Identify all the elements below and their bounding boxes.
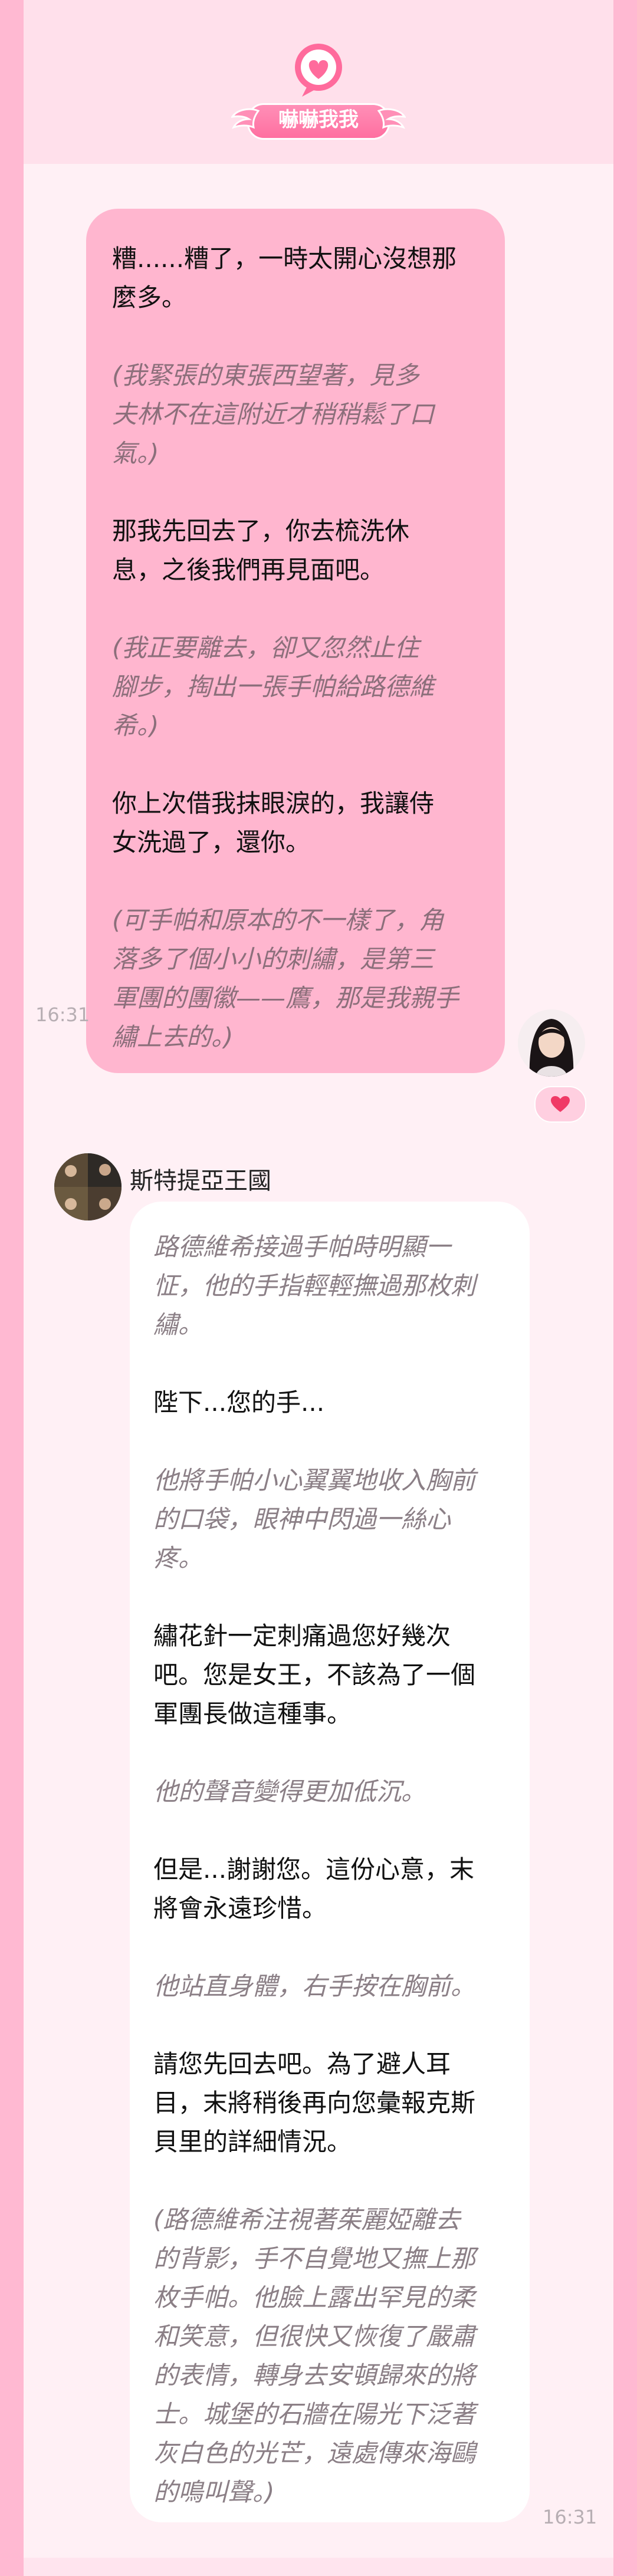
avatar-user-image (518, 1009, 585, 1077)
line-gap (153, 1928, 506, 1967)
app-title: 嚇嚇我我 (278, 108, 359, 131)
avatar-user[interactable] (518, 1009, 585, 1077)
dialogue-line: 貝里的詳細情況。 (153, 2127, 352, 2156)
line-gap (153, 1811, 506, 1850)
heart-icon (551, 1096, 570, 1112)
line-gap (153, 1733, 506, 1772)
narration-line: 他站直身體，右手按在胸前。 (153, 1972, 476, 2001)
narration-line: (路德維希注視著茱麗婭離去 (153, 2205, 461, 2234)
dialogue-line: 那我先回去了，你去梳洗休 (112, 516, 410, 545)
line-gap (112, 590, 479, 629)
narration-line: 枚手帕。他臉上露出罕見的柔 (153, 2283, 476, 2312)
avatar-sender[interactable] (54, 1153, 122, 1220)
line-gap (112, 317, 479, 356)
chat-heart-logo-icon (295, 44, 342, 97)
line-gap (153, 2006, 506, 2045)
dialogue-line: 吧。您是女王，不該為了一個 (153, 1660, 476, 1689)
narration-line: 他將手帕小心翼翼地收入胸前 (153, 1466, 476, 1495)
narration-line: (我正要離去，卻又忽然止住 (112, 633, 419, 662)
narration-line: (我緊張的東張西望著，見多 (112, 361, 419, 390)
dialogue-line: 女洗過了，還你。 (112, 828, 311, 857)
narration-line: 繡。 (153, 1310, 203, 1339)
message-bubble-incoming[interactable]: 路德維希接過手帕時明顯一 怔，他的手指輕輕撫過那枚刺 繡。陛下...您的手... 他將… (130, 1202, 530, 2522)
message-time: 16:31 (35, 1004, 90, 1026)
header: 嚇嚇我我 (24, 0, 613, 164)
narration-line: 腳步，掏出一張手帕給路德維 (112, 672, 435, 701)
narration-line: 軍團的團徽——鷹，那是我親手 (112, 983, 459, 1012)
message-bubble-outgoing[interactable]: 糟......糟了，一時太開心沒想那 麼多。 (我緊張的東張西望著，見多 夫林不在這附… (86, 209, 505, 1073)
narration-line: 疼。 (153, 1544, 203, 1572)
reaction-badge[interactable] (534, 1086, 586, 1123)
dialogue-line: 請您先回去吧。為了避人耳 (153, 2049, 451, 2078)
line-gap (153, 1578, 506, 1617)
dialogue-line: 息，之後我們再見面吧。 (112, 555, 385, 584)
narration-line: 他的聲音變得更加低沉。 (153, 1777, 426, 1806)
dialogue-line: 但是...謝謝您。這份心意，末 (153, 1855, 475, 1884)
narration-line: 和笑意，但很快又恢復了嚴肅 (153, 2322, 476, 2351)
dialogue-line: 軍團長做這種事。 (153, 1699, 352, 1728)
narration-line: 夫林不在這附近才稍稍鬆了口 (112, 400, 435, 429)
narration-line: 的背影，手不自覺地又撫上那 (153, 2244, 476, 2273)
dialogue-line: 陛下...您的手... (153, 1388, 325, 1417)
avatar-sender-image (54, 1153, 122, 1220)
dialogue-line: 糟......糟了，一時太開心沒想那 (112, 244, 457, 273)
narration-line: (可手帕和原本的不一樣了，角 (112, 906, 444, 935)
line-gap (112, 862, 479, 901)
app-title-banner: 嚇嚇我我 (231, 103, 406, 140)
narration-line: 士。城堡的石牆在陽光下泛著 (153, 2400, 476, 2429)
narration-line: 的鳴叫聲。) (153, 2478, 275, 2506)
line-gap (153, 2162, 506, 2200)
line-gap (153, 1344, 506, 1383)
line-gap (112, 745, 479, 784)
wing-left-icon (231, 108, 260, 129)
narration-line: 繡上去的。) (112, 1022, 234, 1051)
sender-name: 斯特提亞王國 (130, 1167, 271, 1195)
dialogue-line: 將會永遠珍惜。 (153, 1894, 327, 1923)
message-time: 16:31 (543, 2506, 597, 2528)
narration-line: 怔，他的手指輕輕撫過那枚刺 (153, 1271, 476, 1300)
narration-line: 氣。) (112, 439, 159, 468)
dialogue-line: 麼多。 (112, 283, 187, 312)
narration-line: 希。) (112, 711, 159, 740)
narration-line: 路德維希接過手帕時明顯一 (153, 1232, 451, 1261)
narration-line: 的表情，轉身去安頓歸來的將 (153, 2361, 476, 2390)
dialogue-line: 你上次借我抹眼淚的，我讓侍 (112, 789, 435, 818)
narration-line: 落多了個小小的刺繡，是第三 (112, 945, 435, 973)
line-gap (153, 1422, 506, 1461)
wing-right-icon (377, 108, 406, 129)
dialogue-line: 繡花針一定刺痛過您好幾次 (153, 1621, 451, 1650)
narration-line: 的口袋，眼神中閃過一絲心 (153, 1505, 451, 1534)
line-gap (112, 473, 479, 512)
dialogue-line: 目，末將稍後再向您彙報克斯 (153, 2088, 476, 2117)
narration-line: 灰白色的光芒，遠處傳來海鷗 (153, 2439, 476, 2468)
